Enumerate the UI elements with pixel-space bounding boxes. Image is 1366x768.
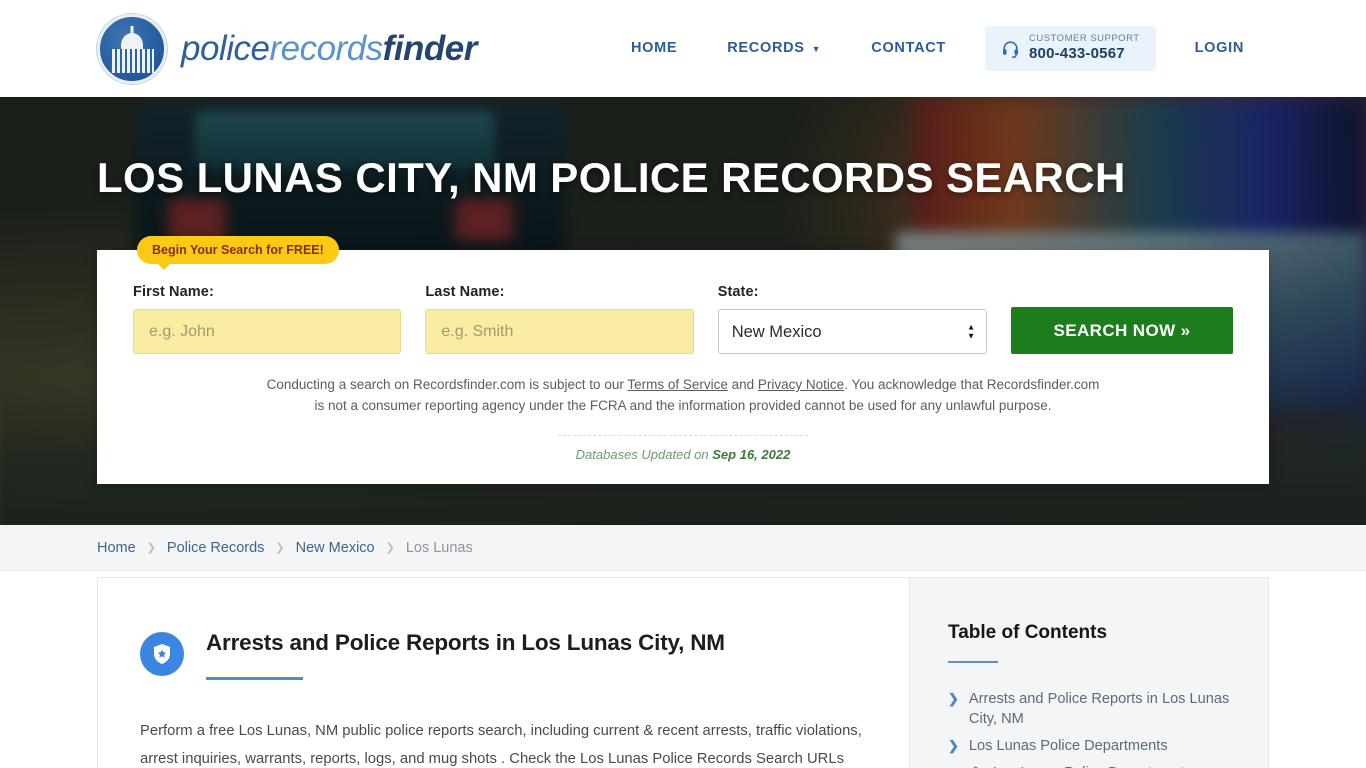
nav-item-home[interactable]: HOME: [606, 40, 702, 56]
nav-label-login: LOGIN: [1194, 40, 1244, 57]
first-name-input[interactable]: [133, 309, 402, 354]
state-field-group: State: New Mexico ▲ ▼: [717, 284, 987, 354]
toc-title: Table of Contents: [948, 622, 1108, 643]
search-now-button[interactable]: SEARCH NOW »: [1011, 307, 1234, 354]
breadcrumb-item-los-lunas: Los Lunas: [405, 539, 473, 556]
chevron-right-icon: ❯: [385, 542, 395, 554]
toc-item-label: Los Lunas Police Department: [993, 763, 1184, 768]
databases-updated: Databases Updated on Sep 16, 2022: [133, 447, 1233, 462]
free-search-badge: Begin Your Search for FREE!: [137, 236, 339, 270]
breadcrumb-item-police-records[interactable]: Police Records: [167, 540, 265, 556]
breadcrumb: Home ❯ Police Records ❯ New Mexico ❯ Los…: [0, 525, 1366, 571]
breadcrumb-item-new-mexico[interactable]: New Mexico: [296, 540, 375, 556]
table-of-contents: Table of Contents ❯ Arrests and Police R…: [909, 577, 1269, 768]
nav-item-records[interactable]: RECORDS ▼: [702, 40, 846, 56]
disclaimer-text-1: Conducting a search on Recordsfinder.com…: [266, 377, 628, 392]
nav-label-contact: CONTACT: [871, 40, 946, 57]
section-heading: Arrests and Police Reports in Los Lunas …: [206, 630, 725, 655]
state-select[interactable]: New Mexico: [717, 309, 987, 354]
last-name-input[interactable]: [425, 309, 694, 354]
logo-text-records: records: [269, 28, 383, 68]
capitol-dome-seal-icon: [97, 13, 167, 84]
search-disclaimer: Conducting a search on Recordsfinder.com…: [263, 375, 1103, 417]
logo-text-police: police: [181, 28, 270, 68]
toc-item-arrests-reports[interactable]: ❯ Arrests and Police Reports in Los Luna…: [948, 689, 1238, 729]
toc-item-label: Arrests and Police Reports in Los Lunas …: [968, 691, 1230, 728]
last-name-field-group: Last Name:: [425, 284, 694, 354]
chevron-right-icon: ❯: [146, 542, 156, 554]
search-panel: Begin Your Search for FREE! First Name: …: [97, 236, 1269, 484]
last-name-label: Last Name:: [425, 284, 505, 300]
support-phone: 800-433-0567: [1028, 45, 1125, 63]
section-paragraph: Perform a free Los Lunas, NM public poli…: [140, 723, 862, 768]
main-content-card: Arrests and Police Reports in Los Lunas …: [97, 577, 909, 768]
customer-support-button[interactable]: CUSTOMER SUPPORT 800-433-0567: [984, 26, 1156, 71]
state-label: State:: [717, 284, 759, 300]
site-header: policerecordsfinder HOME RECORDS ▼ CONTA…: [0, 0, 1366, 97]
logo-text-finder: finder: [382, 28, 478, 68]
chevron-right-icon: ❯: [275, 542, 285, 554]
breadcrumb-item-home[interactable]: Home: [97, 540, 136, 556]
first-name-label: First Name:: [133, 284, 214, 300]
hero-banner: LOS LUNAS CITY, NM POLICE RECORDS SEARCH…: [0, 97, 1366, 525]
support-label: CUSTOMER SUPPORT: [1028, 33, 1140, 45]
search-form: First Name: Last Name: State: New Mexico…: [133, 284, 1234, 354]
nav-label-home: HOME: [630, 40, 678, 57]
terms-of-service-link[interactable]: Terms of Service: [627, 377, 728, 392]
main-navigation: HOME RECORDS ▼ CONTACT CUSTOMER SUPPORT …: [606, 26, 1269, 71]
nav-item-login[interactable]: LOGIN: [1170, 40, 1269, 56]
chevron-right-icon: ❯: [972, 764, 983, 768]
nav-item-contact[interactable]: CONTACT: [846, 40, 971, 56]
chevron-down-icon: ▼: [811, 44, 822, 55]
first-name-field-group: First Name:: [133, 284, 402, 354]
privacy-notice-link[interactable]: Privacy Notice: [758, 377, 844, 392]
divider: [558, 434, 808, 436]
toc-underline: [948, 661, 998, 663]
page-title: LOS LUNAS CITY, NM POLICE RECORDS SEARCH: [97, 154, 1126, 201]
updated-label: Databases Updated on: [575, 446, 713, 462]
disclaimer-and: and: [727, 377, 758, 392]
updated-date: Sep 16, 2022: [712, 446, 791, 462]
headset-icon: [1001, 39, 1020, 58]
chevron-right-icon: ❯: [948, 738, 959, 754]
heading-underline: [206, 677, 303, 680]
toc-item-police-departments[interactable]: ❯ Los Lunas Police Departments: [948, 736, 1238, 756]
toc-item-police-department[interactable]: ❯ Los Lunas Police Department: [948, 763, 1238, 768]
toc-item-label: Los Lunas Police Departments: [968, 738, 1168, 755]
content-area: Arrests and Police Reports in Los Lunas …: [0, 577, 1366, 768]
nav-label-records: RECORDS: [727, 40, 805, 57]
chevron-right-icon: ❯: [948, 691, 959, 706]
site-logo[interactable]: policerecordsfinder: [97, 13, 477, 84]
toc-list: ❯ Arrests and Police Reports in Los Luna…: [948, 689, 1238, 768]
logo-wordmark: policerecordsfinder: [181, 29, 477, 69]
police-badge-icon: [140, 632, 184, 676]
